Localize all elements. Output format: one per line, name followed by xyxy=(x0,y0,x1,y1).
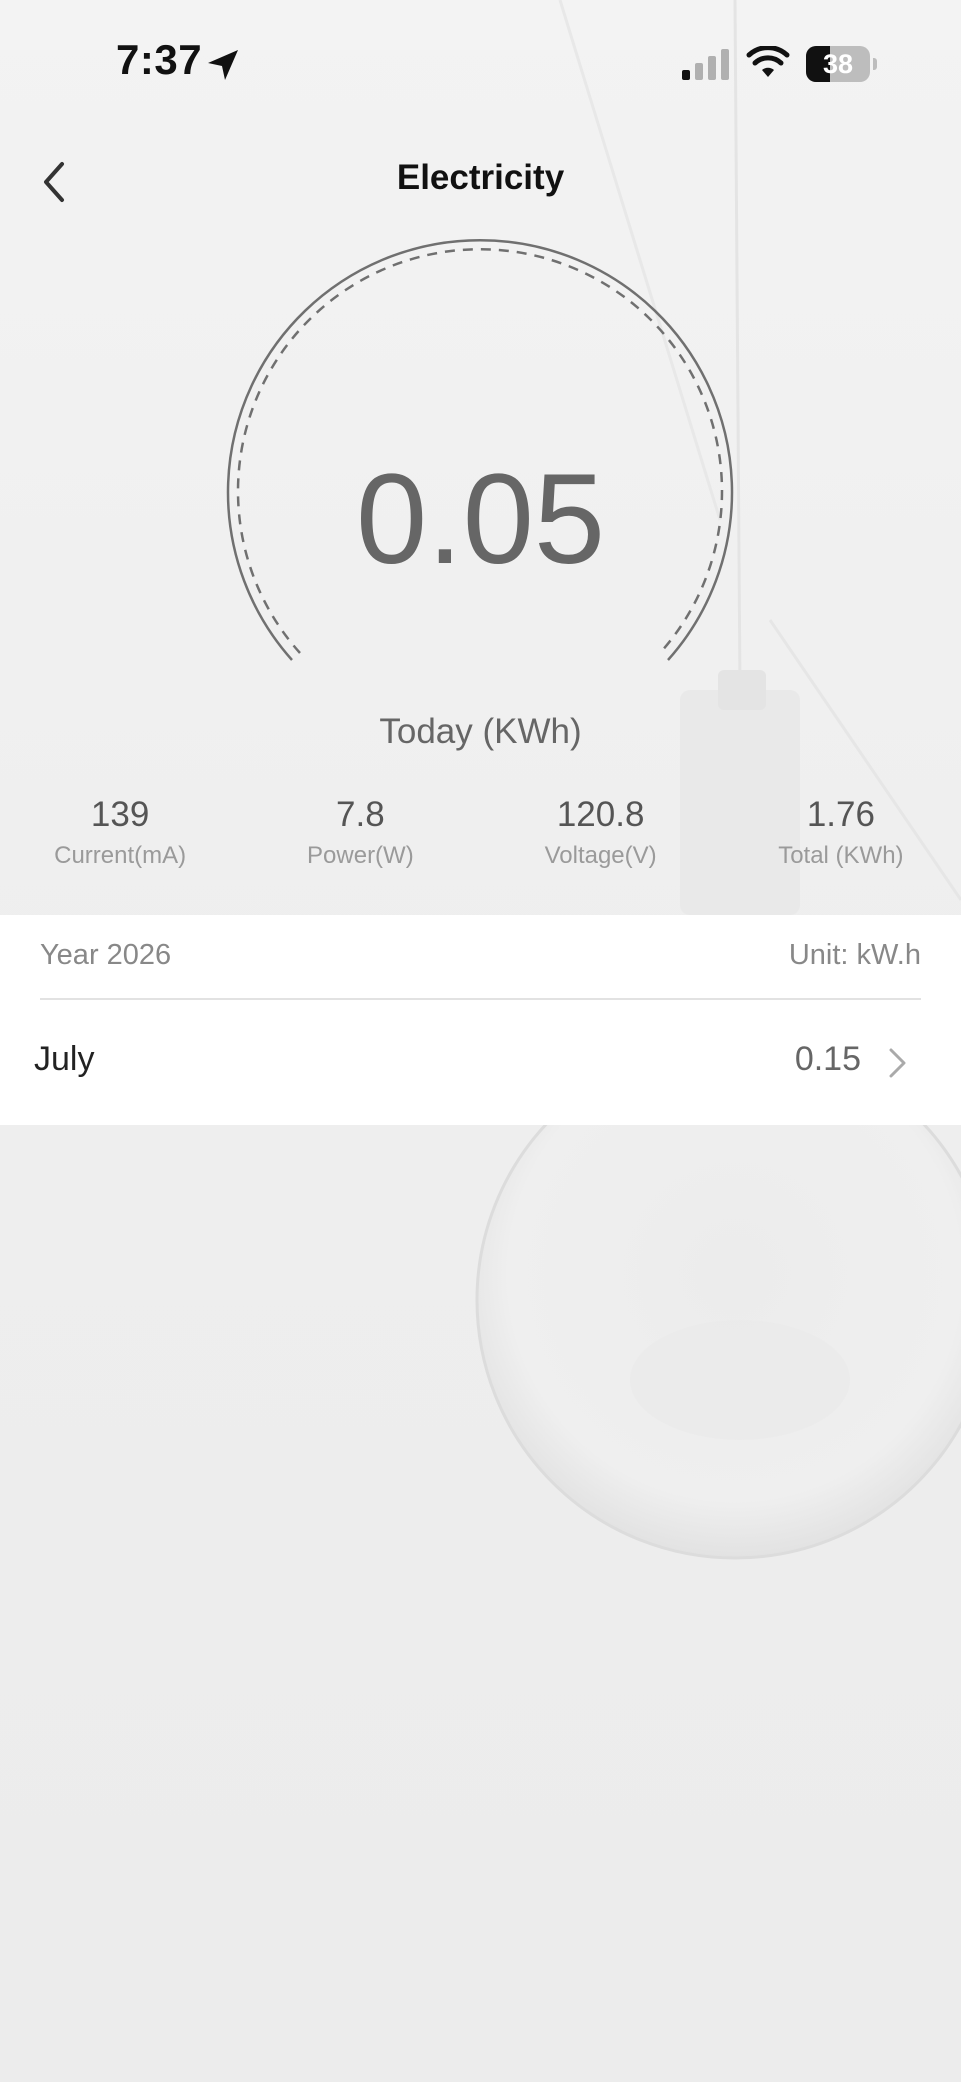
metric-label: Voltage(V) xyxy=(544,842,657,869)
metric-total: 1.76 Total (KWh) xyxy=(721,793,961,883)
wifi-icon xyxy=(746,46,790,77)
year-title: Year 2026 xyxy=(40,939,172,971)
metric-current: 139 Current(mA) xyxy=(0,793,240,883)
location-arrow-icon xyxy=(208,50,238,80)
month-value: 0.15 xyxy=(794,1040,861,1078)
metric-value: 7.8 xyxy=(336,795,385,834)
metric-value: 120.8 xyxy=(556,795,645,834)
metric-voltage: 120.8 Voltage(V) xyxy=(481,793,721,883)
today-energy-label: Today (KWh) xyxy=(379,712,582,751)
cellular-signal-icon xyxy=(682,49,729,80)
metric-value: 139 xyxy=(90,795,150,834)
metrics-row: 139 Current(mA) 7.8 Power(W) 120.8 Volta… xyxy=(0,793,961,883)
metric-label: Total (KWh) xyxy=(778,842,904,869)
status-bar: 7:37 38 xyxy=(0,0,961,130)
year-header: Year 2026 Unit: kW.h xyxy=(0,915,961,998)
year-card: Year 2026 Unit: kW.h July 0.15 xyxy=(0,915,961,1125)
metric-power: 7.8 Power(W) xyxy=(240,793,480,883)
metric-label: Current(mA) xyxy=(54,842,187,869)
status-time: 7:37 xyxy=(116,36,203,83)
battery-icon: 38 xyxy=(806,46,878,82)
metric-label: Power(W) xyxy=(307,842,414,869)
month-row-july[interactable]: July 0.15 xyxy=(0,1000,961,1125)
metric-value: 1.76 xyxy=(806,795,875,834)
battery-level: 38 xyxy=(822,49,854,79)
today-energy-value: 0.05 xyxy=(355,448,606,591)
month-name: July xyxy=(34,1040,95,1078)
page-title: Electricity xyxy=(396,158,565,197)
chevron-right-icon xyxy=(889,1048,906,1078)
unit-label: Unit: kW.h xyxy=(788,939,921,971)
